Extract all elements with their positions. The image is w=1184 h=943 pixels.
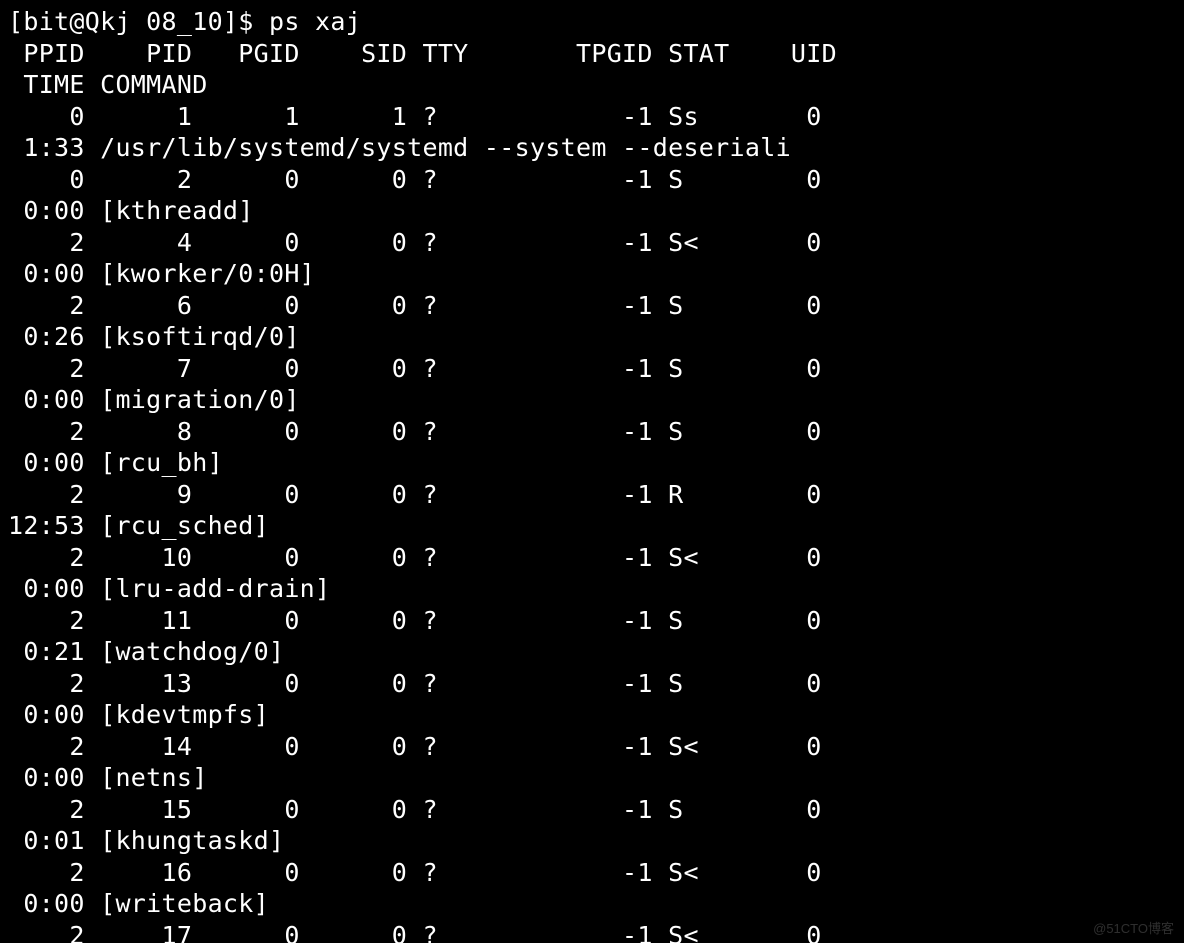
- terminal-output: [bit@Qkj 08_10]$ ps xaj PPID PID PGID SI…: [0, 0, 1184, 943]
- header-line-2: TIME COMMAND: [8, 70, 208, 99]
- header-line-1: PPID PID PGID SID TTY TPGID STAT UID: [8, 39, 837, 68]
- shell-prompt[interactable]: [bit@Qkj 08_10]$ ps xaj: [8, 7, 361, 36]
- watermark-label: @51CTO博客: [1093, 918, 1174, 937]
